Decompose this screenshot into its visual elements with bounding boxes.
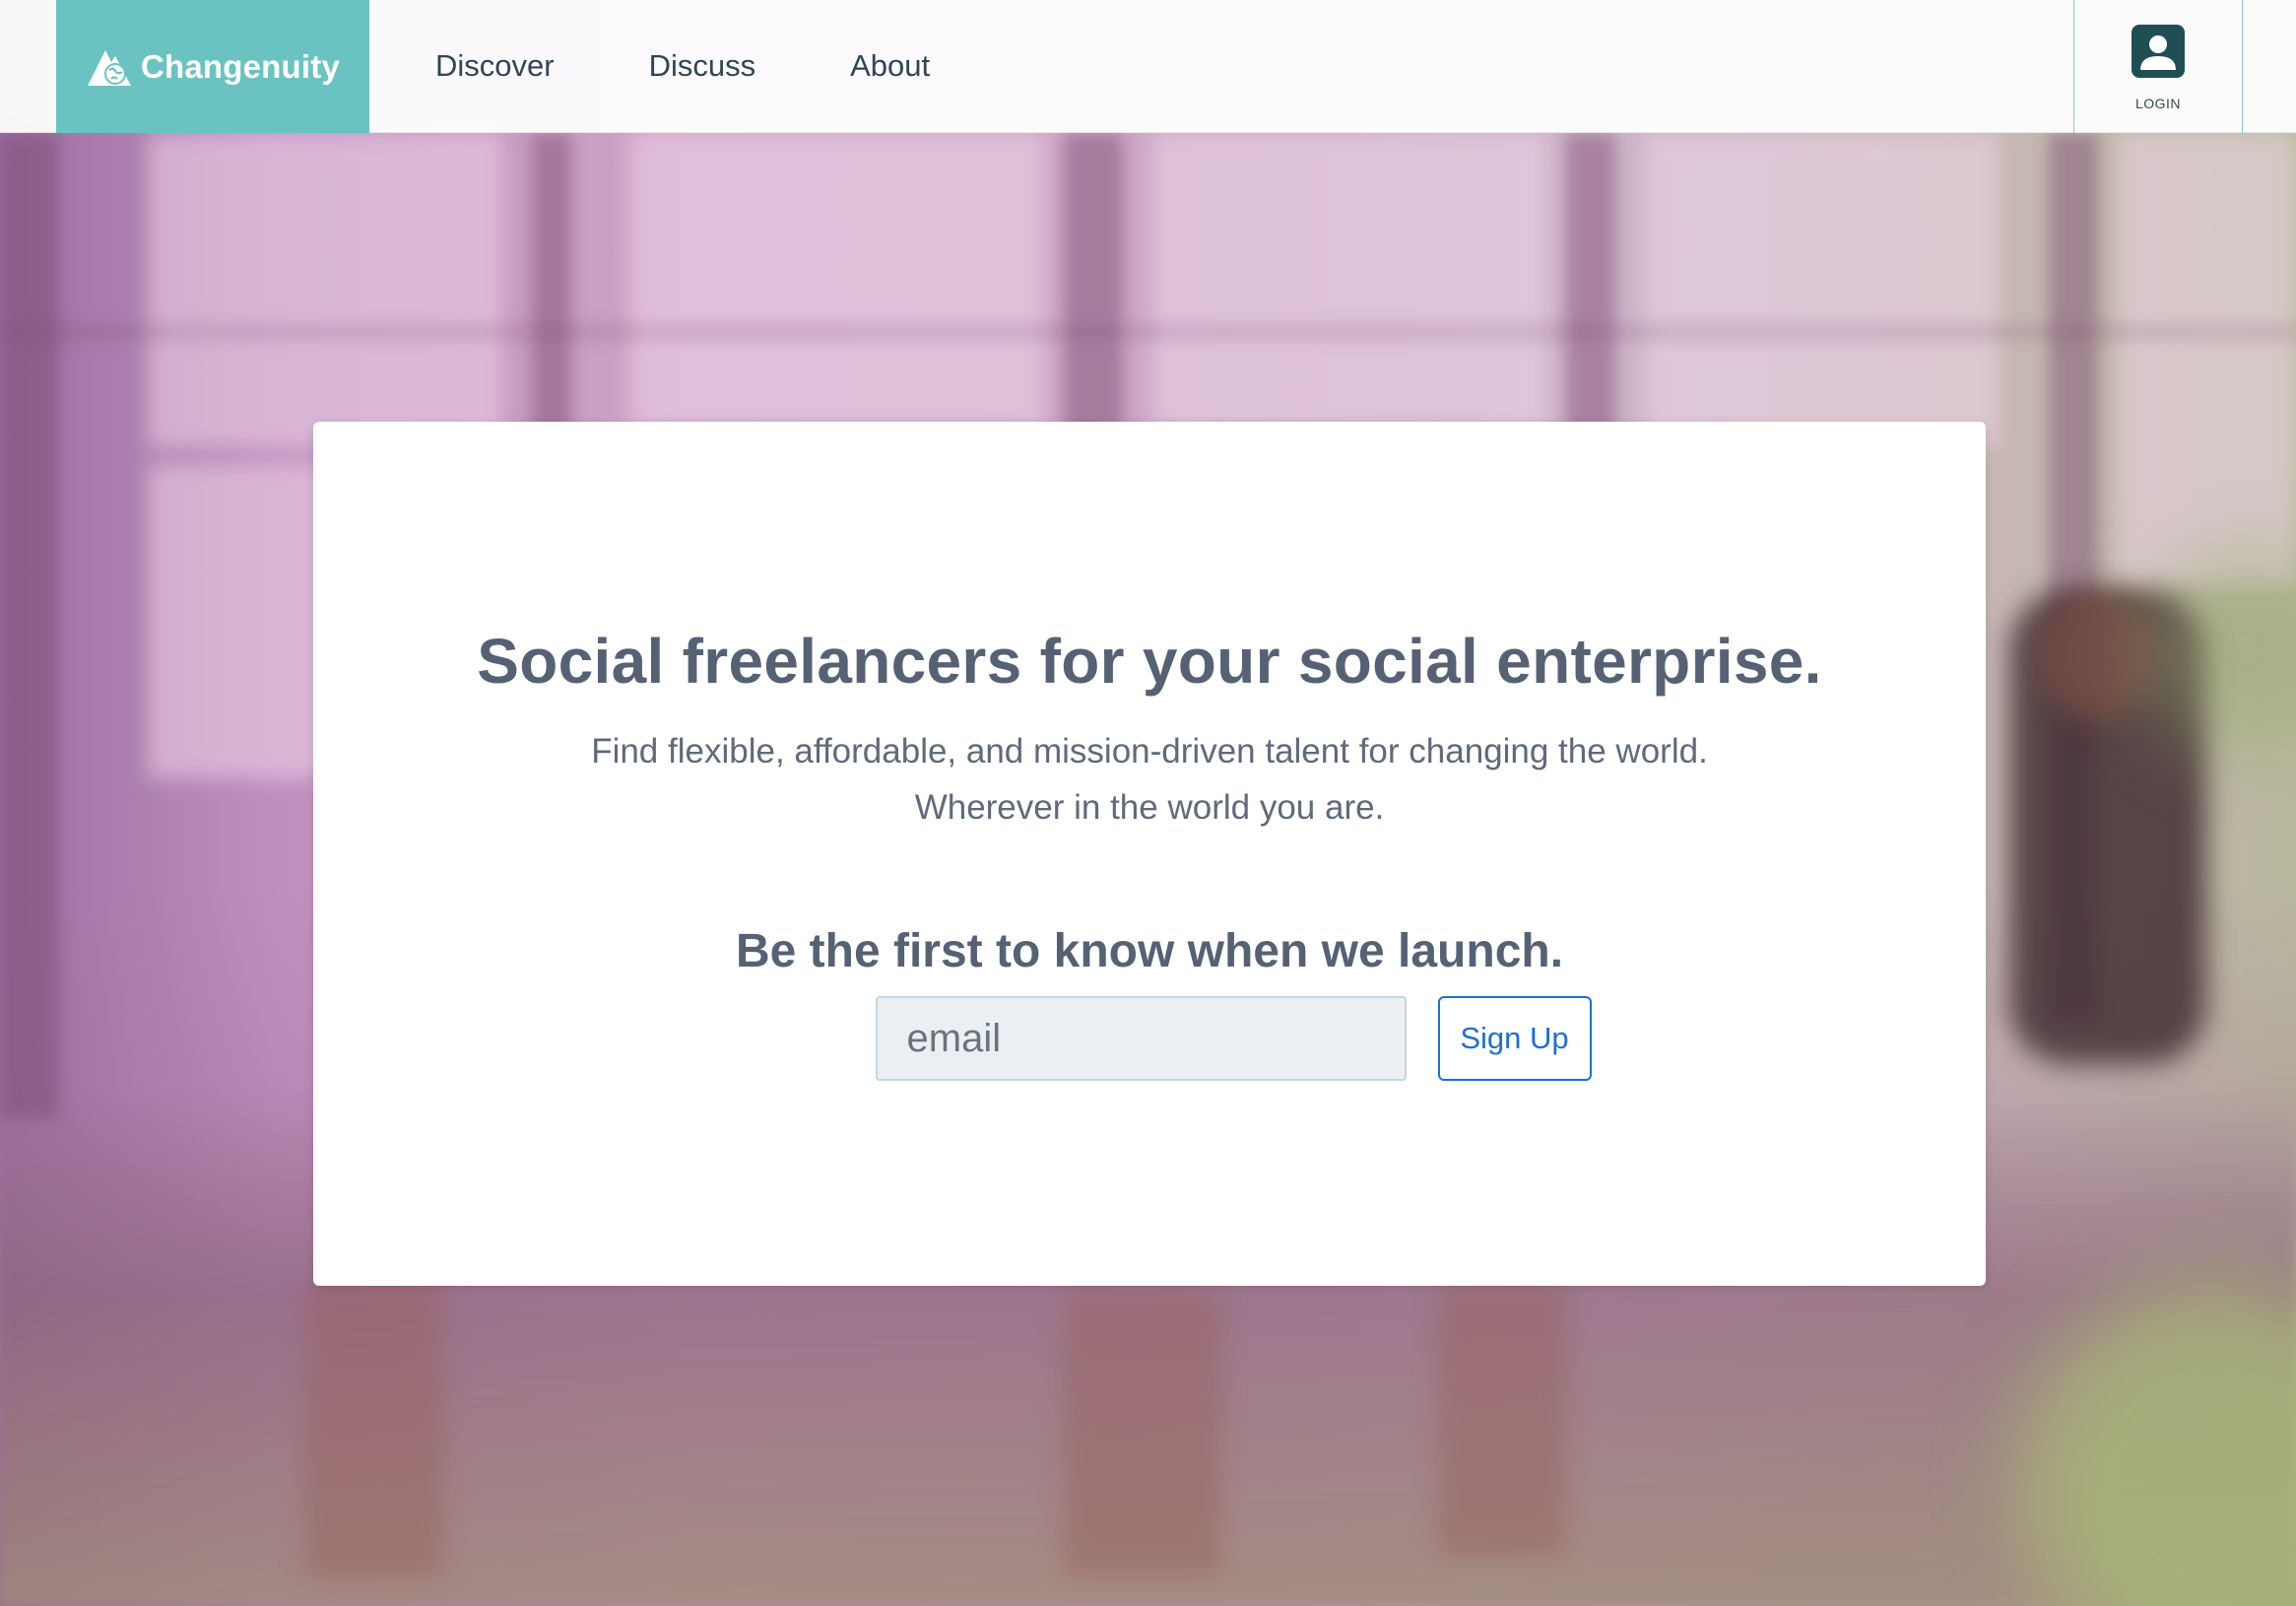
nav-discover[interactable]: Discover xyxy=(435,48,555,84)
nav-discuss[interactable]: Discuss xyxy=(649,48,756,84)
nav-about[interactable]: About xyxy=(850,48,930,84)
signup-form: Sign Up xyxy=(313,996,1986,1081)
brand-name: Changenuity xyxy=(140,47,341,85)
main-nav: Discover Discuss About xyxy=(435,0,1024,132)
hero-subtitle-line-2: Wherever in the world you are. xyxy=(914,788,1385,827)
mountain-globe-icon xyxy=(87,49,131,86)
hero-headline: Social freelancers for your social enter… xyxy=(477,626,1822,697)
hero-subtitle-line-1: Find flexible, affordable, and mission-d… xyxy=(591,732,1708,770)
hero-subtitle: Find flexible, affordable, and mission-d… xyxy=(313,723,1986,836)
user-avatar-icon xyxy=(2132,24,2185,78)
top-navbar: Changenuity Discover Discuss About LOGIN xyxy=(0,0,2296,133)
page: Changenuity Discover Discuss About LOGIN… xyxy=(0,0,2296,1606)
brand-logo-link[interactable]: Changenuity xyxy=(56,0,369,133)
launch-heading: Be the first to know when we launch. xyxy=(735,925,1564,977)
signup-button[interactable]: Sign Up xyxy=(1437,996,1592,1081)
hero-card: Social freelancers for your social enter… xyxy=(313,422,1986,1286)
login-button[interactable]: LOGIN xyxy=(2073,0,2243,133)
login-label: LOGIN xyxy=(2134,95,2182,111)
email-input[interactable] xyxy=(875,996,1407,1081)
